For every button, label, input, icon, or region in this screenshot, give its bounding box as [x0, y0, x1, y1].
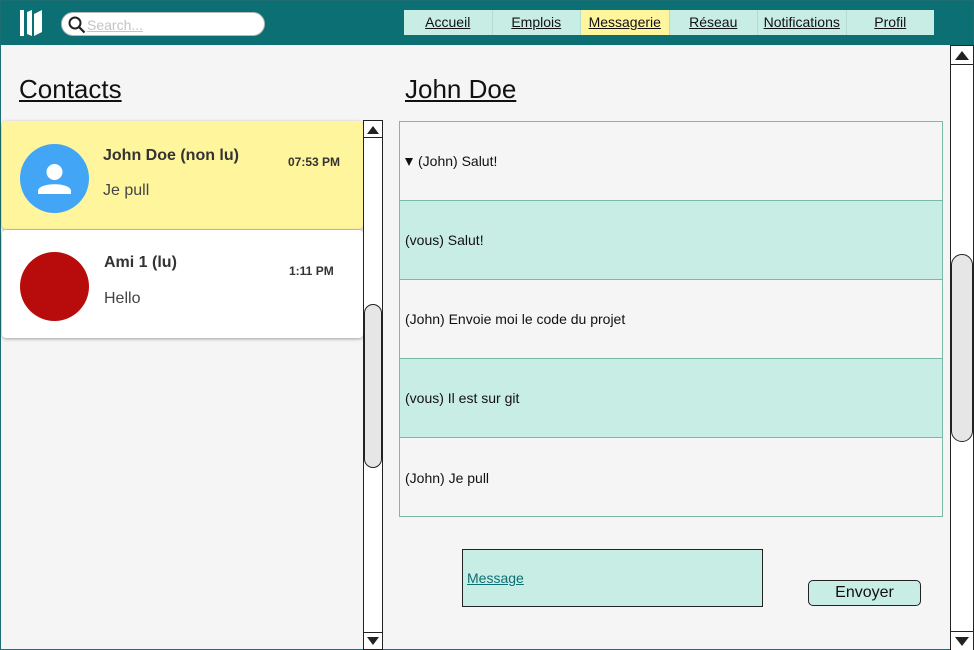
message-text: (John) Envoie moi le code du projet	[405, 311, 626, 327]
search-input[interactable]	[87, 16, 257, 33]
message-item[interactable]: (John) Salut!	[400, 122, 942, 201]
arrow-up-icon[interactable]	[367, 126, 379, 134]
nav-notifications[interactable]: Notifications	[758, 10, 847, 35]
main-nav: Accueil Emplois Messagerie Réseau Notifi…	[404, 10, 934, 35]
person-icon	[38, 164, 71, 194]
chat-title: John Doe	[405, 74, 517, 104]
logo-icon[interactable]	[18, 8, 48, 38]
arrow-down-icon[interactable]	[955, 637, 969, 646]
nav-profil[interactable]: Profil	[847, 10, 935, 35]
arrow-up-icon[interactable]	[955, 51, 969, 60]
caret-down-icon[interactable]	[405, 158, 413, 166]
nav-reseau[interactable]: Réseau	[670, 10, 758, 35]
nav-accueil[interactable]: Accueil	[404, 10, 493, 35]
message-text: (John) Salut!	[418, 153, 498, 169]
search-box	[61, 12, 265, 36]
message-text: (John) Je pull	[405, 469, 490, 486]
top-bar: Accueil Emplois Messagerie Réseau Notifi…	[1, 1, 973, 45]
contact-name: Ami 1 (lu)	[104, 254, 177, 271]
nav-emplois[interactable]: Emplois	[493, 10, 581, 35]
page-scrollbar[interactable]	[950, 45, 974, 650]
message-item[interactable]: (vous) Il est sur git	[400, 359, 942, 438]
contact-preview: Hello	[104, 290, 141, 307]
scroll-thumb[interactable]	[364, 304, 382, 468]
contact-time: 1:11 PM	[289, 264, 334, 278]
message-text: (vous) Il est sur git	[405, 390, 520, 406]
contacts-list: John Doe (non lu) 07:53 PM Je pull Ami 1…	[2, 120, 363, 650]
message-item[interactable]: (vous) Salut!	[400, 201, 942, 280]
avatar	[20, 252, 89, 321]
arrow-down-icon[interactable]	[367, 637, 379, 645]
contacts-title: Contacts	[19, 74, 122, 104]
contact-name: John Doe (non lu)	[103, 147, 239, 164]
nav-messagerie[interactable]: Messagerie	[581, 10, 670, 35]
message-placeholder: Message	[467, 570, 524, 586]
contact-item-ami-1[interactable]: Ami 1 (lu) 1:11 PM Hello	[2, 230, 363, 338]
avatar	[20, 144, 89, 213]
send-button[interactable]: Envoyer	[808, 580, 921, 606]
message-input[interactable]: Message	[462, 549, 763, 607]
message-item[interactable]: (John) Je pull	[400, 438, 942, 517]
contact-time: 07:53 PM	[288, 155, 341, 169]
scroll-thumb[interactable]	[951, 254, 973, 442]
message-item[interactable]: (John) Envoie moi le code du projet	[400, 280, 942, 359]
message-thread: (John) Salut! (vous) Salut! (John) Envoi…	[399, 121, 943, 517]
contact-preview: Je pull	[103, 182, 150, 199]
contact-item-john-doe[interactable]: John Doe (non lu) 07:53 PM Je pull	[2, 121, 363, 229]
search-icon	[68, 16, 86, 34]
message-text: (vous) Salut!	[405, 232, 484, 248]
contacts-scrollbar[interactable]	[363, 120, 383, 650]
